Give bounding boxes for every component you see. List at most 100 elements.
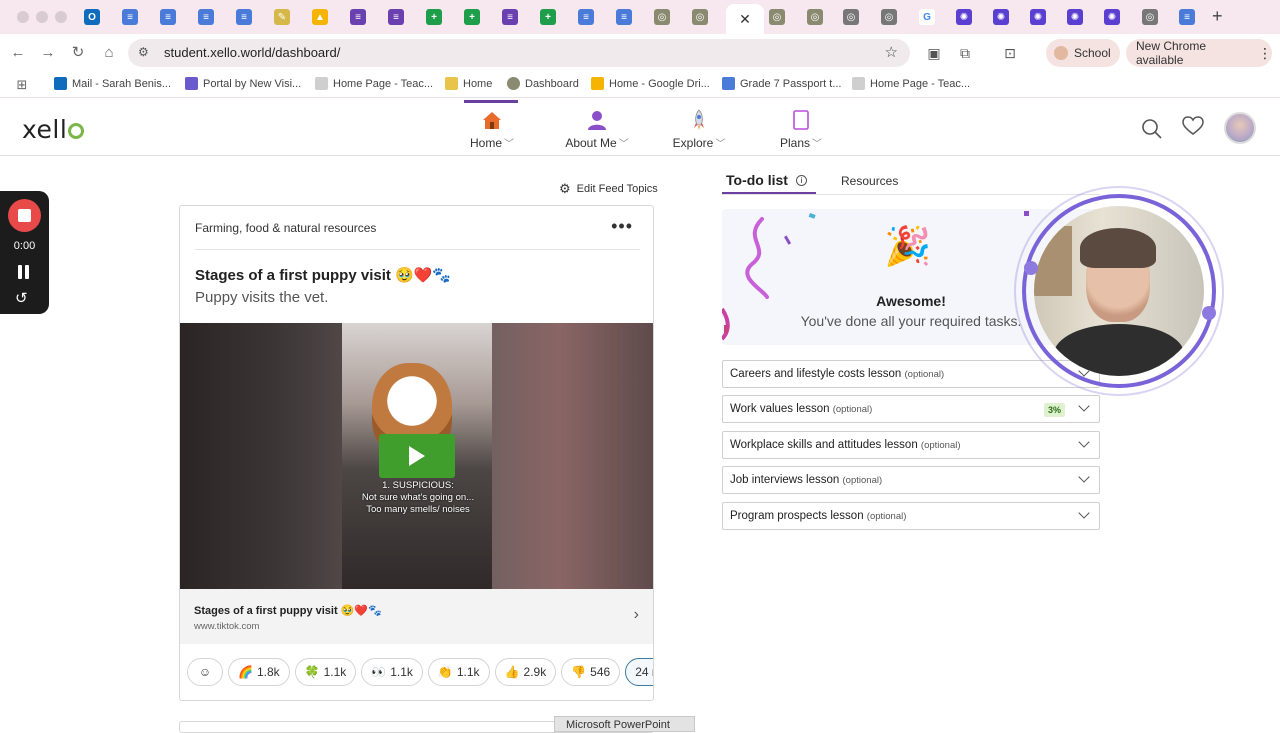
window-zoom-dot[interactable] [55,11,67,23]
gear-tab-icon[interactable]: ✺ [993,9,1009,25]
reaction-chip[interactable]: 👍 2.9k [494,658,557,686]
restart-icon[interactable]: ↺ [15,289,28,307]
docs-tab-icon[interactable]: ≡ [122,9,138,25]
xello-tab-icon[interactable]: ◎ [807,9,823,25]
circle-tab-icon[interactable]: ◎ [881,9,897,25]
apps-grid-icon[interactable]: ⊞ [12,75,32,95]
new-tab-button[interactable]: + [1212,6,1223,27]
chevron-down-icon[interactable] [1078,471,1090,483]
chrome-update-button[interactable]: New Chrome available ⋮ [1126,39,1272,67]
site-info-icon[interactable]: ⚙ [138,45,149,59]
bookmark-item[interactable]: Grade 7 Passport t... [722,77,842,90]
chevron-down-icon[interactable] [1078,400,1090,412]
link-preview[interactable]: Stages of a first puppy visit 🥹❤️🐾 www.t… [180,589,653,644]
nav-plans[interactable]: Plans ﹀ [777,108,825,150]
docs-tab-icon[interactable]: ≡ [578,9,594,25]
tab-resources[interactable]: Resources [841,174,898,188]
address-bar[interactable]: ⚙ student.xello.world/dashboard/ ☆ [128,39,910,67]
google-tab-icon[interactable]: G [919,9,935,25]
webcam-bubble[interactable] [1034,206,1204,376]
lesson-row[interactable]: Work values lesson (optional) 3% [722,395,1100,423]
forms-tab-icon[interactable]: ≡ [388,9,404,25]
bookmark-star-icon[interactable]: ☆ [885,43,898,61]
nav-explore[interactable]: Explore ﹀ [669,108,729,150]
nav-home[interactable]: Home ﹀ [470,108,514,150]
webcam-resize-handle[interactable] [1202,306,1216,320]
bookmark-item[interactable]: Mail - Sarah Benis... [54,77,171,90]
search-icon[interactable] [1141,118,1163,146]
play-button[interactable] [379,434,455,478]
reload-icon[interactable]: ↻ [68,43,88,63]
video-player[interactable]: 1. SUSPICIOUS: Not sure what's going on.… [180,323,653,589]
pause-icon[interactable] [17,265,31,279]
save-page-icon[interactable]: ▣ [925,44,943,62]
webcam-resize-handle[interactable] [1024,261,1038,275]
circle-tab-icon[interactable]: ◎ [843,9,859,25]
reaction-chip[interactable]: 🍀 1.1k [294,658,357,686]
window-minimize-dot[interactable] [36,11,48,23]
reaction-chip[interactable]: 👎 546 [561,658,621,686]
gear-tab-icon[interactable]: ✺ [1030,9,1046,25]
sheets-tab-icon[interactable]: + [464,9,480,25]
lesson-row[interactable]: Job interviews lesson (optional) [722,466,1100,494]
active-tab[interactable]: ✕ [726,4,764,34]
bookmark-item[interactable]: Dashboard [507,77,579,90]
stop-recording-button[interactable] [8,199,41,232]
bookmark-item[interactable]: Home - Google Dri... [591,77,710,90]
tab-close-icon[interactable]: ✕ [739,11,751,28]
home-icon[interactable]: ⌂ [99,43,119,63]
circle-tab-icon[interactable]: ◎ [1142,9,1158,25]
docs-tab-icon[interactable]: ≡ [1179,9,1195,25]
chevron-down-icon[interactable] [1078,436,1090,448]
xello-tab-icon[interactable]: ◎ [769,9,785,25]
bookmark-item[interactable]: Portal by New Visi... [185,77,301,90]
docs-tab-icon[interactable]: ≡ [616,9,632,25]
bookmark-item[interactable]: Home Page - Teac... [852,77,970,90]
more-reactions-button[interactable]: 24 more [625,658,653,686]
more-options-icon[interactable]: ••• [611,216,633,237]
chevron-right-icon[interactable]: › [634,606,639,624]
sheets-tab-icon[interactable]: + [426,9,442,25]
xello-logo[interactable]: xell [22,115,85,144]
recording-timer: 0:00 [13,240,36,252]
xello-tab-icon[interactable]: ◎ [692,9,708,25]
gear-tab-icon[interactable]: ✺ [1104,9,1120,25]
user-avatar[interactable] [1224,112,1256,144]
back-icon[interactable]: ← [8,43,28,63]
docs-tab-icon[interactable]: ≡ [236,9,252,25]
outlook-tab-icon[interactable]: O [84,9,100,25]
gear-tab-icon[interactable]: ✺ [956,9,972,25]
reaction-chip[interactable]: 🌈 1.8k [228,658,290,686]
reaction-chip[interactable]: 👀 1.1k [361,658,423,686]
window-close-dot[interactable] [17,11,29,23]
docs-tab-icon[interactable]: ≡ [198,9,214,25]
tab-todo-list[interactable]: To-do list i [726,172,807,188]
kebab-menu-icon[interactable]: ⋮ [1258,45,1272,62]
nav-about-me[interactable]: About Me ﹀ [562,108,632,150]
forms-tab-icon[interactable]: ≡ [350,9,366,25]
sidepanel-icon[interactable]: ⊡ [1001,44,1019,62]
docs-tab-icon[interactable]: ≡ [160,9,176,25]
extensions-icon[interactable]: ⧉ [956,44,974,62]
reaction-chip[interactable]: 👏 1.1k [427,658,490,686]
forms-tab-icon[interactable]: ≡ [502,9,518,25]
chevron-down-icon[interactable] [1078,507,1090,519]
lesson-row[interactable]: Workplace skills and attitudes lesson (o… [722,431,1100,459]
forward-icon[interactable]: → [38,43,58,63]
link-url: www.tiktok.com [194,621,260,632]
favorites-heart-icon[interactable] [1182,116,1204,142]
lesson-title: Workplace skills and attitudes lesson [730,439,918,451]
gear-tab-icon[interactable]: ✺ [1067,9,1083,25]
drive-tab-icon[interactable]: ▲ [312,9,328,25]
lesson-row[interactable]: Program prospects lesson (optional) [722,502,1100,530]
sheets-tab-icon[interactable]: + [540,9,556,25]
add-reaction-button[interactable]: ☺ [187,658,223,686]
info-icon[interactable]: i [795,174,807,186]
pencil-tab-icon[interactable]: ✎ [274,9,290,25]
edit-feed-topics-link[interactable]: ⚙ Edit Feed Topics [559,181,658,197]
bookmark-item[interactable]: Home [445,77,492,90]
xello-tab-icon[interactable]: ◎ [654,9,670,25]
profile-button[interactable]: School [1046,39,1120,67]
bookmark-item[interactable]: Home Page - Teac... [315,77,433,90]
url-text[interactable]: student.xello.world/dashboard/ [164,45,340,60]
